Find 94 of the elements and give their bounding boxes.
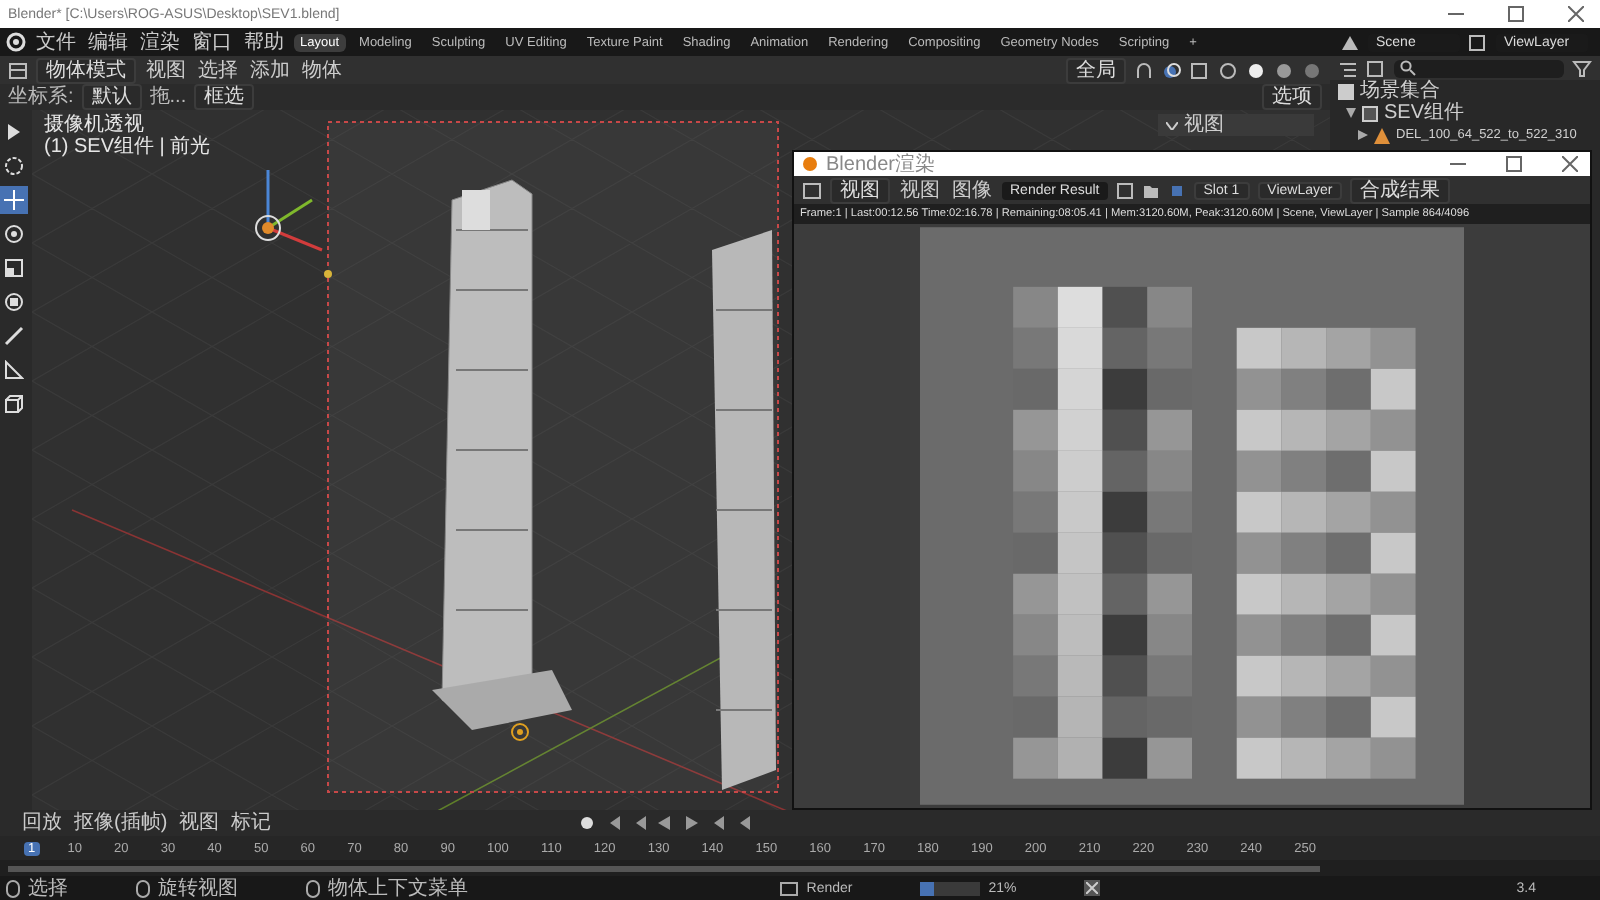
ruler-icon [4, 360, 24, 380]
origin-point-icon [324, 270, 332, 278]
transform-gizmo-drawing [255, 170, 323, 252]
close-icon[interactable] [1568, 6, 1584, 22]
play-reverse-icon[interactable] [656, 814, 674, 832]
mouse-right-icon [306, 879, 320, 897]
filter-icon[interactable] [1572, 59, 1592, 77]
options-dropdown[interactable]: 选项 [1262, 84, 1322, 110]
move-tool-button[interactable] [0, 186, 28, 214]
transform-icon [4, 292, 24, 312]
menu-item[interactable]: 选择 [196, 59, 240, 81]
search-field[interactable] [1394, 59, 1564, 77]
add-cube-tool-button[interactable] [0, 390, 28, 418]
collection-icon [1362, 105, 1378, 121]
close-icon[interactable] [1562, 156, 1578, 172]
editor-type-icon[interactable] [802, 181, 822, 199]
snap-icon[interactable] [1134, 61, 1154, 79]
mouse-left-icon [6, 879, 20, 897]
status-hint: 选择 [28, 877, 68, 899]
coordinate-dropdown[interactable]: 默认 [81, 84, 142, 110]
coordinate-label: 坐标系: [8, 86, 74, 108]
drag-label: 拖... [149, 86, 187, 108]
menu-item[interactable]: 窗口 [190, 31, 234, 53]
search-icon [1400, 60, 1416, 76]
rendered-shading-icon[interactable] [1302, 61, 1322, 79]
play-icon[interactable] [682, 814, 700, 832]
outliner-label: SEV组件 [1384, 102, 1465, 124]
mouse-middle-icon [136, 879, 150, 897]
disclosure-triangle-icon[interactable] [1346, 108, 1356, 118]
rotate-icon [4, 224, 24, 244]
measure-tool-button[interactable] [0, 356, 28, 384]
view-name-label: 摄像机透视 [44, 114, 146, 136]
menu-item[interactable]: 帮助 [242, 31, 286, 53]
menu-item[interactable]: 文件 [34, 31, 78, 53]
menu-item[interactable]: 视图 [177, 812, 222, 834]
outliner-label: 场景集合 [1360, 80, 1440, 102]
layers-icon[interactable] [1468, 33, 1488, 51]
pass-dropdown[interactable]: 合成结果 [1350, 177, 1451, 203]
cursor-arrow-icon [4, 122, 24, 142]
cube-icon [4, 394, 24, 414]
render-job-icon [780, 880, 799, 896]
disclosure-triangle-icon[interactable] [1358, 130, 1368, 140]
menu-item[interactable]: 添加 [248, 59, 292, 81]
mesh-icon [1374, 127, 1390, 143]
menu-item[interactable]: 视图 [144, 59, 188, 81]
solid-shading-icon[interactable] [1246, 61, 1266, 79]
window-title: Blender渲染 [826, 153, 935, 175]
outliner-icon[interactable] [1338, 59, 1358, 77]
maximize-icon[interactable] [1506, 156, 1522, 172]
sidebar-panel-header[interactable]: 视图 [1158, 114, 1314, 136]
move-arrows-icon [4, 190, 24, 210]
blender-logo-icon [802, 156, 818, 172]
display-mode-icon[interactable] [1366, 59, 1386, 77]
folder-icon[interactable] [1141, 181, 1160, 199]
menu-item[interactable]: 回放 [20, 812, 64, 834]
cursor-tool-button[interactable] [0, 152, 28, 180]
orientation-dropdown[interactable]: 全局 [1066, 57, 1126, 83]
drag-dropdown[interactable]: 框选 [194, 84, 255, 110]
scale-icon [4, 258, 24, 278]
record-icon[interactable] [578, 814, 596, 832]
outliner-row[interactable]: 场景集合 [1330, 80, 1600, 102]
menu-item[interactable]: 渲染 [138, 31, 182, 53]
menu-item[interactable]: 视图 [898, 179, 942, 201]
status-hint: 物体上下文菜单 [328, 877, 468, 899]
cancel-button[interactable] [1084, 880, 1101, 896]
collection-label: (1) SEV组件 | 前光 [44, 136, 211, 158]
menu-item[interactable]: 图像 [950, 179, 994, 201]
menu-item[interactable]: 标记 [229, 812, 274, 834]
outliner-row[interactable]: SEV组件 [1330, 102, 1600, 124]
wireframe-shading-icon[interactable] [1218, 61, 1238, 79]
maximize-icon[interactable] [1508, 6, 1524, 22]
menu-item[interactable]: 编辑 [86, 31, 130, 53]
close-icon [1086, 882, 1099, 894]
material-shading-icon[interactable] [1274, 61, 1294, 79]
editor-type-icon[interactable] [8, 61, 28, 79]
menu-item[interactable]: 抠像(插帧) [72, 812, 170, 834]
scene-icon[interactable] [1340, 33, 1360, 51]
sidebar-view-label: 视图 [1184, 114, 1224, 136]
scene-collection-icon [1338, 83, 1354, 99]
crosshair-icon [4, 156, 24, 176]
view-dropdown[interactable]: 视图 [830, 177, 890, 203]
status-hint: 旋转视图 [158, 877, 238, 899]
xray-icon[interactable] [1190, 61, 1210, 79]
chevron-down-icon [1166, 121, 1178, 129]
mode-dropdown[interactable]: 物体模式 [36, 57, 136, 83]
scale-tool-button[interactable] [0, 254, 28, 282]
image-pin-icon[interactable] [1167, 181, 1186, 199]
new-image-icon[interactable] [1115, 181, 1134, 199]
light-icon [511, 723, 529, 741]
blender-logo-icon[interactable] [6, 32, 26, 52]
pen-icon [4, 326, 24, 346]
rotate-tool-button[interactable] [0, 220, 28, 248]
menu-item[interactable]: 物体 [300, 59, 344, 81]
overlay-icon[interactable] [1162, 61, 1182, 79]
